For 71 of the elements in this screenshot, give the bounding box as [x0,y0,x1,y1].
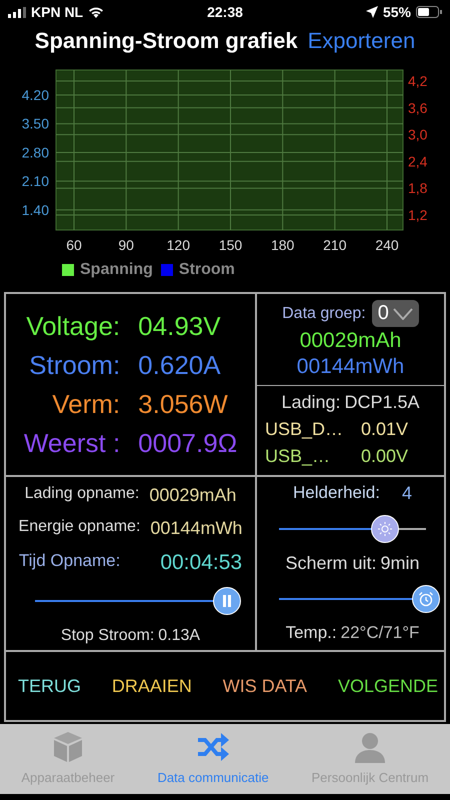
x-axis-label: 180 [270,237,294,253]
x-axis-label: 150 [218,237,242,253]
action-button[interactable]: VOLGENDE [338,676,438,696]
y-axis-label: 1,8 [408,180,428,196]
group-reading: 00029mAh [300,329,402,353]
legend-label: Stroom [178,261,235,279]
action-button[interactable]: WIS DATA [222,676,308,696]
group-reading: 00144mWh [296,355,404,379]
metric-label: Weerst : [24,428,120,458]
metric-label: Stroom: [28,350,120,380]
battery-icon [416,6,442,18]
y-axis-label: 2,4 [408,153,428,170]
charge-value: DCP1.5A [344,392,420,413]
screen-off-label: Scherm uit: [285,553,376,575]
clock-time: 22:38 [207,4,243,20]
temperature-label: Temp.: [286,623,337,644]
brightness-value: 4 [402,483,412,505]
x-axis-label: 240 [375,237,399,253]
chevron-down-icon [392,308,413,320]
data-group-dropdown[interactable]: 0 [372,300,419,327]
y-axis-label: 1,2 [408,207,428,223]
stop-current-value: 0.13A [158,627,200,645]
location-icon [366,6,378,18]
y-axis-label: 2.10 [22,173,49,190]
x-axis-label: 60 [66,237,82,253]
record-label: Tijd Opname: [18,551,120,572]
metric-value: 0007.9Ω [138,428,238,458]
y-axis-label: 2.80 [22,144,49,160]
record-value: 00029mAh [149,485,236,506]
person-icon [353,730,388,764]
y-axis-label: 3,0 [408,126,428,143]
record-label: Lading opname: [24,485,140,504]
brightness-label: Helderheid: [293,483,380,504]
alarm-clock-icon [418,590,434,607]
record-value: 00144mWh [150,518,242,539]
metric-value: 3.056W [138,388,229,420]
temperature-value: 22°C/71°F [340,623,420,644]
y-axis-label: 4.20 [22,87,49,104]
charge-label: Lading: [281,392,340,413]
record-label: Energie opname: [18,518,140,537]
record-value: 00:04:53 [160,551,242,575]
pause-icon [222,595,232,607]
usb-label: USB_D… [265,419,344,440]
y-axis-label: 4,2 [408,73,428,89]
metric-value: 0.620A [138,350,222,380]
shuffle-icon [196,730,230,764]
usb-value: 0.00V [361,446,408,467]
usb-value: 0.01V [361,419,408,440]
stop-current-label: Stop Stroom: [60,627,154,645]
action-button[interactable]: DRAAIEN [112,676,192,696]
carrier-name: KPN NL [31,4,84,20]
x-axis-label: 120 [166,237,190,253]
action-button[interactable]: TERUG [18,676,81,696]
data-group-label: Data groep: [282,304,366,322]
battery-percent: 55% [382,4,411,20]
export-link[interactable]: Exporteren [308,28,416,54]
y-axis-label: 3.50 [22,116,49,132]
legend-label: Spanning [80,261,153,279]
screen-off-value: 9min [380,553,420,575]
y-axis-label: 3,6 [408,100,428,116]
x-axis-label: 210 [323,237,347,253]
wifi-icon [88,6,104,18]
metric-label: Verm: [51,388,120,420]
usb-label: USB_… [265,446,332,467]
sun-icon [378,522,392,536]
page-title: Spanning-Stroom grafiek [34,28,298,54]
y-axis-label: 1.40 [22,202,49,218]
x-axis-label: 90 [118,237,134,253]
metric-label: Voltage: [25,310,120,342]
signal-icon [8,6,26,18]
metric-value: 04.93V [138,310,222,342]
